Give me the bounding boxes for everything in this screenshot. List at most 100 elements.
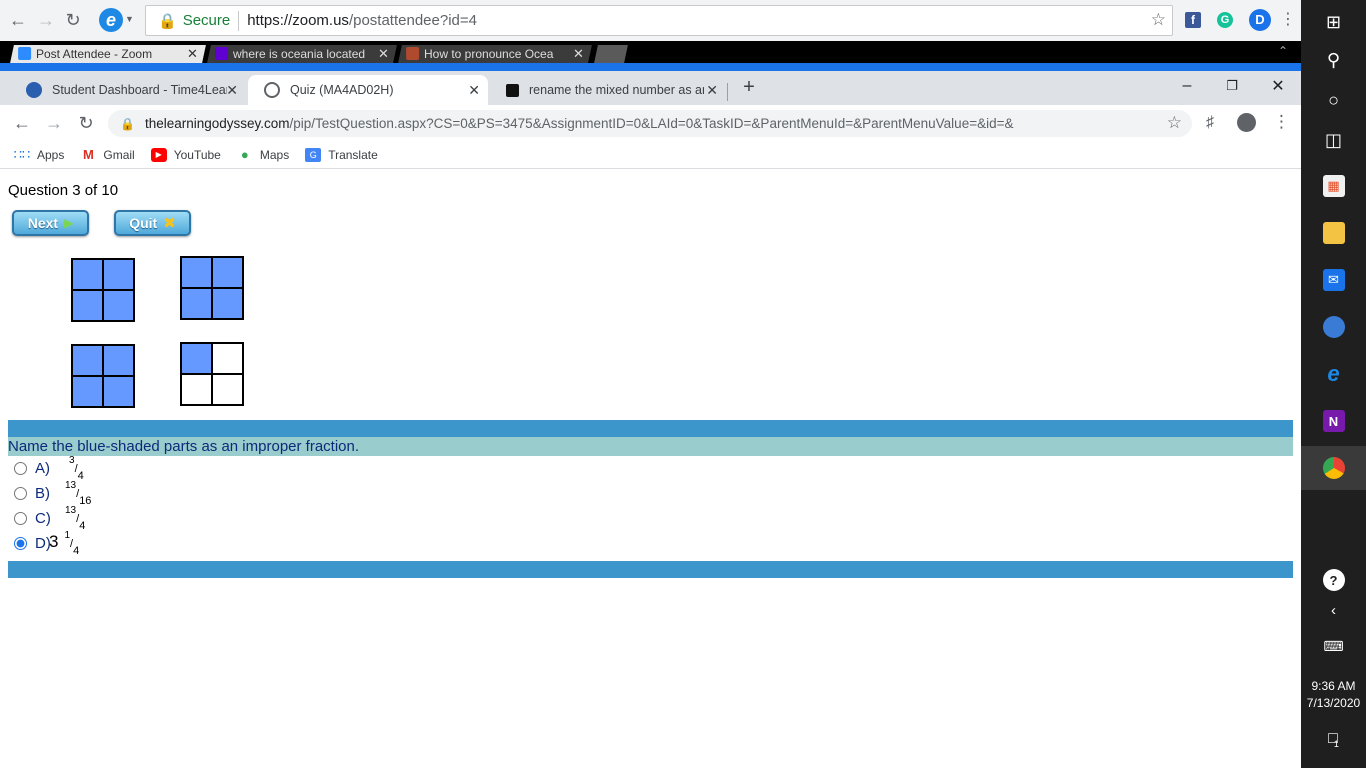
- close-icon[interactable]: ✕: [378, 45, 389, 63]
- mail-icon[interactable]: ✉: [1301, 258, 1366, 302]
- gmail-icon: M: [82, 147, 94, 162]
- bookmark-star-icon[interactable]: ☆: [1151, 10, 1166, 30]
- unshaded-quarter: [181, 374, 212, 405]
- action-center-icon[interactable]: □ 1: [1301, 717, 1366, 761]
- inner-address-bar[interactable]: 🔒 thelearningodyssey.com/pip/TestQuestio…: [108, 110, 1192, 137]
- inner-tab-quiz[interactable]: Quiz (MA4AD02H) ✕: [248, 75, 488, 105]
- close-icon[interactable]: ✕: [226, 82, 238, 99]
- outer-tab-label: How to pronounce Ocea: [424, 47, 554, 61]
- bookmark-star-icon[interactable]: ☆: [1167, 113, 1182, 133]
- extensions-puzzle-icon[interactable]: ♯: [1206, 114, 1214, 132]
- outer-url-path: /postattendee?id=4: [348, 12, 477, 29]
- choice-b-radio[interactable]: [14, 486, 27, 500]
- answer-choice-c[interactable]: C) 13/4: [14, 505, 86, 532]
- choice-d-fraction: 3 1/4: [49, 529, 80, 557]
- chromium-icon[interactable]: [1301, 305, 1366, 349]
- chrome-icon[interactable]: [1301, 446, 1366, 490]
- close-icon[interactable]: ✕: [187, 45, 198, 63]
- bookmark-gmail[interactable]: M Gmail: [80, 147, 135, 162]
- omnibox-separator: [238, 10, 240, 31]
- inner-tab-bing[interactable]: rename the mixed number as an ✕: [490, 75, 726, 105]
- outer-tab-zoom[interactable]: Post Attendee - Zoom ✕: [10, 45, 206, 63]
- internet-explorer-icon[interactable]: e: [99, 8, 123, 32]
- answer-choice-a[interactable]: A) 3/4: [14, 454, 84, 482]
- bookmark-apps[interactable]: ∷∷ Apps: [13, 146, 65, 162]
- outer-menu-icon[interactable]: ⋮: [1280, 9, 1296, 29]
- brainly-icon: [506, 83, 519, 97]
- outer-new-tab-button[interactable]: [594, 45, 628, 63]
- close-x-icon: ✖: [163, 215, 176, 232]
- bookmark-maps[interactable]: ● Maps: [237, 147, 289, 162]
- inner-forward-icon[interactable]: →: [41, 110, 67, 136]
- touch-keyboard-icon[interactable]: ⌨: [1301, 624, 1366, 668]
- minimize-icon[interactable]: –: [1172, 74, 1202, 98]
- fraction-square: [71, 258, 135, 322]
- clock-time: 9:36 AM: [1311, 679, 1356, 693]
- globe-icon: [264, 82, 280, 98]
- outer-tab-oceania[interactable]: where is oceania located ✕: [207, 45, 397, 63]
- fraction-denominator: 16: [79, 494, 92, 507]
- choice-c-radio[interactable]: [14, 511, 27, 525]
- fraction-denominator: 4: [79, 519, 86, 532]
- inner-tab-label: Quiz (MA4AD02H): [290, 83, 394, 97]
- taskbar-clock[interactable]: 9:36 AM 7/13/2020: [1301, 678, 1366, 712]
- store-icon[interactable]: ▦: [1301, 164, 1366, 208]
- new-tab-icon[interactable]: +: [738, 76, 760, 98]
- inner-menu-icon[interactable]: ⋮: [1273, 112, 1290, 132]
- question-header-bar: [8, 420, 1293, 437]
- onenote-icon[interactable]: N: [1301, 399, 1366, 443]
- outer-tab-pronounce[interactable]: How to pronounce Ocea ✕: [398, 45, 592, 63]
- shaded-quarter: [103, 259, 134, 290]
- fraction-square: [71, 344, 135, 408]
- outer-tab-strip: Post Attendee - Zoom ✕ where is oceania …: [0, 41, 1301, 63]
- inner-reload-icon[interactable]: ↻: [73, 110, 99, 136]
- bookmark-youtube[interactable]: ▶ YouTube: [150, 147, 221, 162]
- outer-reload-icon[interactable]: ↻: [60, 7, 86, 33]
- close-icon[interactable]: ✕: [573, 45, 584, 63]
- outer-tab-label: where is oceania located: [233, 47, 366, 61]
- close-icon[interactable]: ✕: [468, 82, 480, 99]
- clock-date: 7/13/2020: [1306, 696, 1361, 710]
- answer-choice-b[interactable]: B) 13/16: [14, 480, 92, 507]
- fraction-denominator: 4: [77, 469, 84, 482]
- answer-choice-d[interactable]: D) 3 1/4: [14, 529, 80, 557]
- chevron-up-icon[interactable]: ⌃: [1278, 44, 1288, 58]
- cambridge-icon: [406, 47, 420, 60]
- fraction-square: [180, 256, 244, 320]
- restore-icon[interactable]: ❐: [1217, 74, 1247, 98]
- cortana-icon[interactable]: ○: [1301, 78, 1366, 122]
- choice-a-fraction: 3/4: [69, 454, 84, 482]
- account-icon[interactable]: [1237, 113, 1256, 132]
- file-explorer-icon[interactable]: [1301, 211, 1366, 255]
- secure-label: Secure: [182, 12, 231, 29]
- choice-a-radio[interactable]: [14, 461, 27, 475]
- bookmark-translate[interactable]: G Translate: [305, 147, 378, 162]
- task-view-icon[interactable]: ◫: [1301, 118, 1366, 162]
- inner-tab-dashboard[interactable]: Student Dashboard - Time4Learn ✕: [10, 75, 246, 105]
- unshaded-quarter: [212, 343, 243, 374]
- edge-legacy-icon[interactable]: e: [1301, 352, 1366, 396]
- window-close-icon[interactable]: ✕: [1263, 74, 1293, 98]
- close-icon[interactable]: ✕: [706, 82, 718, 99]
- shaded-quarter: [181, 257, 212, 288]
- outer-forward-icon[interactable]: →: [33, 7, 59, 33]
- quit-button-label: Quit: [129, 215, 158, 231]
- outer-back-icon[interactable]: ←: [5, 7, 31, 33]
- profile-avatar[interactable]: D: [1249, 9, 1271, 31]
- outer-tab-label: Post Attendee - Zoom: [36, 47, 153, 61]
- grammarly-extension-icon[interactable]: G: [1217, 12, 1233, 28]
- shaded-quarter: [212, 288, 243, 319]
- apps-grid-icon: ∷∷: [13, 146, 31, 162]
- outer-address-bar[interactable]: 🔒 Secure https://zoom.us/postattendee?id…: [145, 5, 1173, 36]
- search-icon[interactable]: ⚲: [1301, 38, 1366, 82]
- time4learning-icon: [26, 82, 42, 98]
- choice-d-radio[interactable]: [14, 536, 27, 550]
- chevron-down-icon[interactable]: ▼: [125, 14, 134, 24]
- next-button[interactable]: Next ▶: [12, 210, 89, 236]
- fraction-whole: 3: [49, 532, 59, 552]
- inner-back-icon[interactable]: ←: [9, 110, 35, 136]
- quit-button[interactable]: Quit ✖: [114, 210, 191, 236]
- zoom-share-banner: [0, 63, 1301, 71]
- facebook-extension-icon[interactable]: f: [1185, 12, 1201, 28]
- inner-tab-label: Student Dashboard - Time4Learn: [52, 83, 227, 97]
